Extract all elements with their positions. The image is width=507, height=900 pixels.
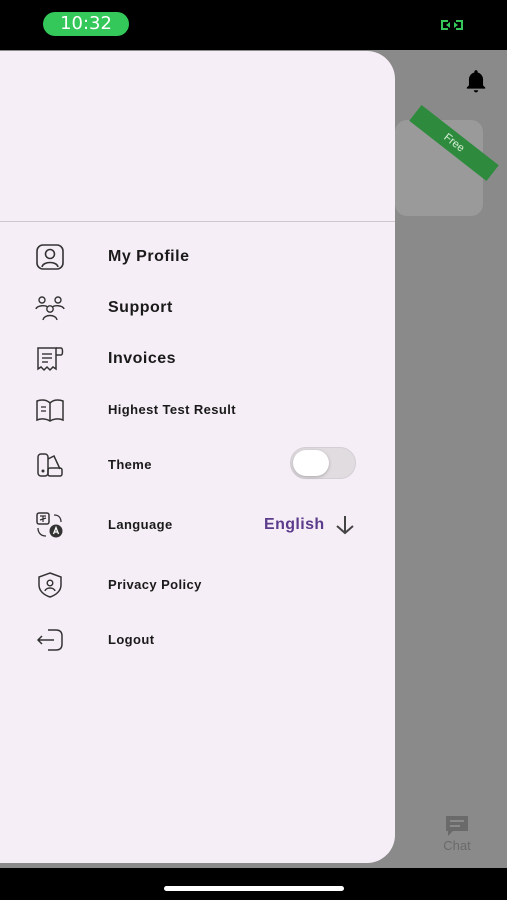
screen-mirroring-icon bbox=[441, 20, 463, 30]
book-icon bbox=[36, 399, 64, 422]
navigation-drawer: My Profile Support Invoices Highest Test… bbox=[0, 51, 395, 863]
translate-icon bbox=[36, 512, 63, 538]
bell-icon[interactable] bbox=[463, 68, 489, 94]
menu-item-label: My Profile bbox=[108, 248, 190, 265]
theme-icon bbox=[37, 453, 63, 477]
toggle-knob bbox=[293, 450, 329, 476]
shield-user-icon bbox=[38, 572, 62, 598]
arrow-down-icon[interactable] bbox=[334, 514, 356, 536]
invoice-icon bbox=[37, 347, 64, 372]
menu-item-label: Logout bbox=[108, 632, 155, 647]
theme-toggle[interactable] bbox=[290, 447, 356, 479]
menu-item-logout[interactable]: Logout bbox=[0, 618, 395, 662]
drawer-header bbox=[0, 51, 395, 222]
menu-item-label: Privacy Policy bbox=[108, 577, 202, 592]
chat-tab-label: Chat bbox=[443, 838, 471, 853]
logout-icon bbox=[36, 629, 63, 651]
profile-icon bbox=[36, 244, 64, 270]
menu-item-my-profile[interactable]: My Profile bbox=[0, 235, 395, 279]
menu-item-label: Theme bbox=[108, 457, 152, 472]
support-icon bbox=[35, 296, 65, 321]
menu-item-invoices[interactable]: Invoices bbox=[0, 337, 395, 381]
status-time: 10:32 bbox=[43, 12, 129, 36]
menu-item-label: Highest Test Result bbox=[108, 402, 236, 417]
menu-item-label: Invoices bbox=[108, 350, 177, 367]
menu-item-language: Language English bbox=[0, 503, 395, 547]
language-selector[interactable]: English bbox=[264, 503, 325, 547]
menu-item-label: Language bbox=[108, 517, 173, 532]
menu-item-privacy-policy[interactable]: Privacy Policy bbox=[0, 563, 395, 607]
menu-item-label: Support bbox=[108, 299, 173, 316]
menu-item-highest-test-result[interactable]: Highest Test Result bbox=[0, 388, 395, 432]
chat-icon bbox=[446, 816, 468, 836]
status-bar: 10:32 bbox=[0, 0, 507, 50]
menu-item-support[interactable]: Support bbox=[0, 286, 395, 330]
chat-tab[interactable]: Chat bbox=[430, 814, 484, 858]
menu-item-theme: Theme bbox=[0, 443, 395, 487]
home-indicator[interactable] bbox=[164, 886, 344, 891]
bottom-bar bbox=[0, 868, 507, 900]
